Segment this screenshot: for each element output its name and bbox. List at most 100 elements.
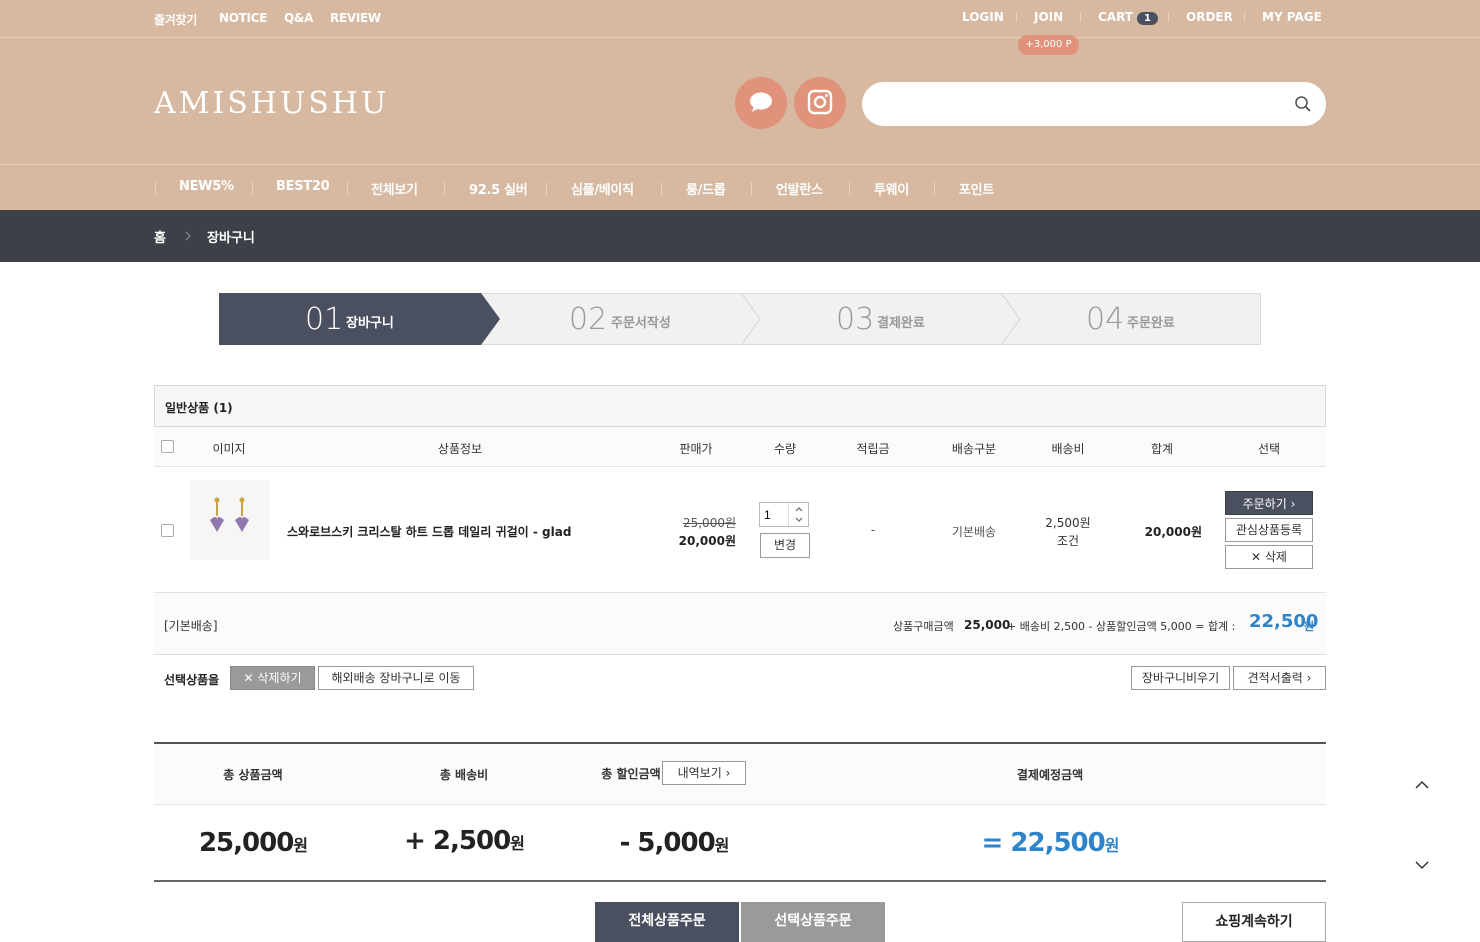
step-4-number: 04 xyxy=(1086,302,1125,337)
step-3-label: 결제완료 xyxy=(877,316,925,331)
summary-won: 원 xyxy=(1304,620,1315,633)
product-name[interactable]: 스와로브스키 크리스탈 하트 드롭 데일리 귀걸이 - glad xyxy=(287,523,571,540)
chevron-up-icon[interactable] xyxy=(790,504,808,514)
bookmark-link[interactable]: 즐겨찾기 xyxy=(154,11,197,28)
nav-best[interactable]: BEST20 xyxy=(276,179,330,194)
item-shipping-cond: 조건 xyxy=(1056,534,1080,548)
cart-link[interactable]: CART 1 xyxy=(1098,10,1158,25)
summary-label: [기본배송] xyxy=(164,619,218,633)
total-goods-amount: 25,000 xyxy=(198,828,294,858)
summary-goods: 25,000 xyxy=(964,618,1011,632)
login-link[interactable]: LOGIN xyxy=(962,10,1004,24)
shipping-summary: [기본배송] 상품구매금액 25,000 + 배송비 2,500 - 상품할인금… xyxy=(154,593,1326,655)
delete-selected-button[interactable]: ✕ 삭제하기 xyxy=(230,666,315,690)
chevron-right-icon: › xyxy=(1306,671,1312,685)
move-overseas-button[interactable]: 해외배송 장바구니로 이동 xyxy=(318,666,474,690)
estimate-label: 견적서출력 xyxy=(1247,671,1303,685)
nav-point[interactable]: 포인트 xyxy=(959,179,994,198)
instagram-icon xyxy=(807,89,833,115)
step-1-label: 장바구니 xyxy=(346,316,394,331)
item-shipping-type: 기본배송 xyxy=(951,525,997,539)
selected-items-label: 선택상품을 xyxy=(164,673,220,687)
estimate-button[interactable]: 견적서출력 › xyxy=(1233,666,1326,690)
step-3-number: 03 xyxy=(836,302,875,337)
total-goods-label: 총 상품금액 xyxy=(223,768,283,782)
total-ship-amount: + 2,500 xyxy=(404,826,511,856)
item-total: 20,000원 xyxy=(1144,525,1202,539)
th-shipping-type: 배송구분 xyxy=(951,442,997,456)
step-4-label: 주문완료 xyxy=(1127,316,1175,331)
order-all-button[interactable]: 전체상품주문 xyxy=(595,902,739,942)
search-input[interactable] xyxy=(882,92,1282,116)
chevron-down-icon[interactable] xyxy=(790,515,808,525)
delete-item-label: 삭제 xyxy=(1264,550,1287,564)
select-all-checkbox[interactable] xyxy=(161,440,174,453)
item-shipping-fee: 2,500원 xyxy=(1045,516,1091,530)
join-link[interactable]: JOIN xyxy=(1034,10,1063,24)
nav-simple[interactable]: 심플/베이직 xyxy=(571,179,634,198)
total-pay-amount: = 22,500 xyxy=(981,828,1106,858)
qna-link[interactable]: Q&A xyxy=(284,11,313,25)
discount-detail-label: 내역보기 xyxy=(677,766,722,780)
order-item-button[interactable]: 주문하기 › xyxy=(1225,491,1313,515)
item-points: - xyxy=(870,523,876,537)
nav-unbalance[interactable]: 언발란스 xyxy=(776,179,823,198)
nav-all[interactable]: 전체보기 xyxy=(371,179,418,198)
item-checkbox[interactable] xyxy=(161,524,174,537)
discount-detail-button[interactable]: 내역보기 › xyxy=(662,761,746,785)
th-select: 선택 xyxy=(1257,442,1281,456)
summary-prefix: 상품구매금액 xyxy=(893,620,954,633)
cart-label: CART xyxy=(1098,10,1133,24)
scroll-bottom-icon[interactable] xyxy=(1413,858,1431,872)
th-image: 이미지 xyxy=(212,442,246,456)
site-header: 즐겨찾기 NOTICE Q&A REVIEW LOGIN JOIN CART 1 … xyxy=(0,0,1480,210)
review-link[interactable]: REVIEW xyxy=(330,11,381,25)
scroll-top-icon[interactable] xyxy=(1413,778,1431,792)
product-image[interactable] xyxy=(190,480,270,560)
total-pay-label: 결제예정금액 xyxy=(1016,768,1084,782)
search-bar xyxy=(862,82,1326,126)
site-logo[interactable]: AMISHUSHU xyxy=(154,86,389,121)
total-ship-label: 총 배송비 xyxy=(439,768,489,782)
th-points: 적립금 xyxy=(856,442,890,456)
breadcrumb-home[interactable]: 홈 xyxy=(154,227,166,246)
order-selected-button[interactable]: 선택상품주문 xyxy=(741,902,885,942)
delete-selected-label: 삭제하기 xyxy=(257,671,302,685)
instagram-button[interactable] xyxy=(794,77,846,129)
change-qty-button[interactable]: 변경 xyxy=(760,533,810,558)
nav-silver[interactable]: 92.5 실버 xyxy=(469,179,528,198)
total-ship-value: + 2,500원 xyxy=(384,826,544,856)
step-2-label: 주문서작성 xyxy=(611,316,671,331)
chevron-right-icon: › xyxy=(725,766,731,780)
sale-price: 20,000원 xyxy=(678,534,736,548)
nav-twoway[interactable]: 투웨이 xyxy=(874,179,909,198)
delete-item-button[interactable]: ✕ 삭제 xyxy=(1225,545,1313,569)
won-unit: 원 xyxy=(510,834,525,853)
nav-long[interactable]: 롱/드롭 xyxy=(686,179,726,198)
chat-button[interactable] xyxy=(735,77,787,129)
nav-new[interactable]: NEW5% xyxy=(179,179,234,194)
mypage-link[interactable]: MY PAGE xyxy=(1262,10,1322,24)
total-goods-value: 25,000원 xyxy=(173,828,333,858)
empty-cart-button[interactable]: 장바구니비우기 xyxy=(1131,666,1230,690)
search-icon[interactable] xyxy=(1294,95,1312,113)
breadcrumb: 홈 장바구니 xyxy=(0,210,1480,262)
order-link[interactable]: ORDER xyxy=(1186,10,1233,24)
total-discount-label: 총 할인금액 xyxy=(601,767,661,781)
step-2-number: 02 xyxy=(569,302,608,337)
wishlist-button[interactable]: 관심상품등록 xyxy=(1225,518,1313,542)
breadcrumb-current: 장바구니 xyxy=(207,231,255,246)
original-price: 25,000원 xyxy=(682,516,736,530)
continue-shopping-button[interactable]: 쇼핑계속하기 xyxy=(1182,902,1326,942)
th-shipping-fee: 배송비 xyxy=(1051,442,1085,456)
close-icon: ✕ xyxy=(243,671,254,685)
notice-link[interactable]: NOTICE xyxy=(219,11,267,25)
total-discount-amount: - 5,000 xyxy=(619,828,716,858)
chevron-right-icon: › xyxy=(1290,497,1296,511)
quantity-input[interactable] xyxy=(764,506,788,523)
chat-bubble-icon xyxy=(750,92,772,112)
cart-count-badge: 1 xyxy=(1136,12,1158,25)
th-price: 판매가 xyxy=(679,442,713,456)
th-info: 상품정보 xyxy=(437,442,483,456)
won-unit: 원 xyxy=(293,836,308,855)
